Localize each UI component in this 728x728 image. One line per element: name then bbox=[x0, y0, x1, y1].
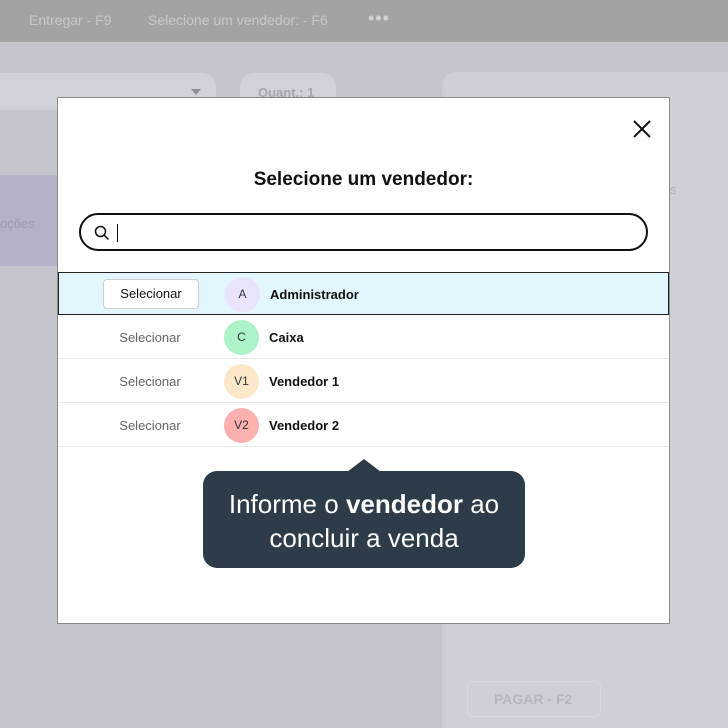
seller-name: Caixa bbox=[269, 330, 304, 345]
avatar: V2 bbox=[224, 408, 259, 443]
avatar: A bbox=[225, 277, 260, 312]
select-button[interactable]: Selecionar bbox=[102, 323, 198, 353]
select-seller-shortcut[interactable]: Selecione um vendedor: - F6 bbox=[148, 12, 328, 28]
seller-row-administrador[interactable]: Selecionar A Administrador bbox=[58, 272, 669, 315]
seller-name: Vendedor 2 bbox=[269, 418, 340, 433]
top-bar: Entregar - F9 Selecione um vendedor: - F… bbox=[0, 0, 728, 42]
hint-tooltip: Informe o vendedor ao concluir a venda bbox=[203, 459, 525, 568]
seller-row-vendedor-1[interactable]: Selecionar V1 Vendedor 1 bbox=[58, 359, 669, 403]
seller-name: Administrador bbox=[270, 287, 359, 302]
select-button[interactable]: Selecionar bbox=[102, 411, 198, 441]
search-input[interactable] bbox=[115, 221, 619, 245]
promotions-tab[interactable]: oções bbox=[0, 175, 58, 266]
more-options-icon[interactable]: ••• bbox=[368, 8, 390, 29]
seller-name: Vendedor 1 bbox=[269, 374, 340, 389]
select-button[interactable]: Selecionar bbox=[103, 279, 199, 309]
search-icon bbox=[94, 225, 110, 241]
select-button[interactable]: Selecionar bbox=[102, 367, 198, 397]
tooltip-emphasis: vendedor bbox=[345, 489, 463, 519]
tooltip-text: Informe o vendedor ao concluir a venda bbox=[203, 487, 525, 555]
seller-row-vendedor-2[interactable]: Selecionar V2 Vendedor 2 bbox=[58, 403, 669, 447]
chevron-down-icon bbox=[191, 89, 201, 95]
avatar: C bbox=[224, 320, 259, 355]
dialog-title: Selecione um vendedor: bbox=[253, 169, 474, 190]
tooltip-arrow bbox=[347, 459, 381, 472]
seller-list: Selecionar A Administrador Selecionar C … bbox=[58, 272, 669, 447]
promotions-label: oções bbox=[0, 216, 35, 231]
deliver-shortcut[interactable]: Entregar - F9 bbox=[29, 12, 111, 28]
pay-button-label: PAGAR - F2 bbox=[494, 691, 573, 707]
pay-button[interactable]: PAGAR - F2 bbox=[467, 681, 601, 717]
avatar: V1 bbox=[224, 364, 259, 399]
search-box[interactable] bbox=[79, 213, 648, 251]
tooltip-text-start: Informe o bbox=[228, 489, 346, 519]
summary-text: s bbox=[670, 182, 677, 197]
close-icon[interactable] bbox=[631, 118, 653, 140]
seller-row-caixa[interactable]: Selecionar C Caixa bbox=[58, 315, 669, 359]
